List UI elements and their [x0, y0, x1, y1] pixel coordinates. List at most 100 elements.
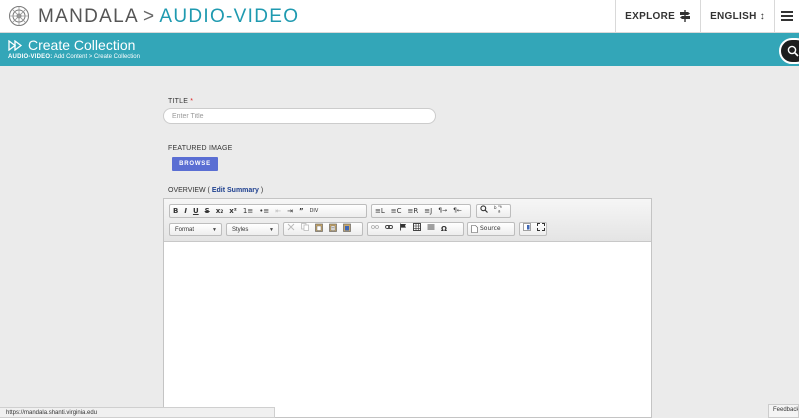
editor-content-area[interactable] [164, 242, 651, 417]
required-marker: * [190, 98, 194, 105]
fast-forward-icon [8, 39, 23, 51]
magnifier-icon [480, 205, 488, 213]
special-character-button[interactable]: Ω [438, 223, 450, 235]
editor-toolbar: B I U S x₂ x² 1≡ •≡ ⇤ ⇥ ” DIV ≡L ≡C ≡R ≡… [164, 199, 651, 242]
signpost-icon [680, 10, 691, 22]
source-button[interactable]: Source [468, 223, 504, 235]
page-title-row: Create Collection [8, 37, 135, 53]
paste-from-word-button[interactable] [340, 223, 354, 236]
browser-status-bar: https://mandala.shanti.virginia.edu [0, 407, 275, 418]
cut-button[interactable] [284, 223, 298, 235]
chevron-down-icon: ▼ [269, 226, 274, 233]
scissors-icon [287, 223, 295, 231]
copy-button[interactable] [298, 223, 312, 235]
table-button[interactable] [410, 223, 424, 235]
source-icon [471, 225, 478, 233]
find-button[interactable] [477, 205, 491, 217]
page-banner: Create Collection AUDIO-VIDEO: Add Conte… [0, 33, 799, 66]
breadcrumb-root[interactable]: AUDIO-VIDEO: [8, 54, 52, 60]
underline-button[interactable]: U [190, 205, 202, 217]
italic-button[interactable]: I [181, 205, 190, 217]
div-container-button[interactable]: DIV [307, 205, 322, 217]
unlink-icon [371, 225, 379, 229]
horizontal-rule-icon [427, 224, 435, 230]
bulleted-list-button[interactable]: •≡ [256, 205, 272, 217]
outdent-button[interactable]: ⇤ [272, 205, 284, 217]
title-separator: > [142, 6, 156, 27]
section-name: AUDIO-VIDEO [159, 6, 300, 27]
search-icon [787, 45, 799, 57]
chevron-down-icon: ▼ [212, 226, 217, 233]
language-label: ENGLISH ↕ [710, 10, 765, 22]
brand-name: MANDALA [38, 6, 139, 27]
styles-dropdown-label: Styles [232, 226, 249, 233]
align-left-button[interactable]: ≡L [372, 205, 388, 217]
top-bar: MANDALA > AUDIO-VIDEO EXPLORE ENGLISH ↕ [0, 0, 799, 33]
source-group: Source [467, 222, 515, 236]
basic-styles-group: B I U S x₂ x² 1≡ •≡ ⇤ ⇥ ” DIV [169, 204, 367, 218]
view-group [519, 222, 547, 236]
format-dropdown-label: Format [175, 226, 195, 233]
explore-label: EXPLORE [625, 10, 676, 22]
language-selector[interactable]: ENGLISH ↕ [700, 0, 774, 32]
anchor-button[interactable] [396, 223, 410, 235]
overview-label: OVERVIEW ( Edit Summary ) [168, 187, 263, 194]
replace-button[interactable]: ba [491, 205, 506, 217]
explore-button[interactable]: EXPLORE [615, 0, 700, 32]
justify-button[interactable]: ≡J [421, 205, 435, 217]
top-navigation: EXPLORE ENGLISH ↕ [615, 0, 799, 32]
subscript-button[interactable]: x₂ [213, 205, 227, 217]
clipboard-group [283, 222, 363, 236]
svg-text:a: a [498, 209, 501, 214]
rtl-button[interactable]: ¶← [450, 205, 465, 217]
replace-icon: ba [494, 205, 502, 214]
blockquote-button[interactable]: ” [296, 205, 307, 217]
maximize-icon [537, 223, 545, 231]
browse-button[interactable]: BROWSE [172, 157, 218, 171]
title-input[interactable] [163, 108, 436, 124]
paste-button[interactable] [312, 223, 326, 236]
bold-button[interactable]: B [170, 205, 181, 217]
source-label: Source [480, 225, 501, 232]
align-center-button[interactable]: ≡C [388, 205, 405, 217]
paste-text-icon [329, 223, 337, 232]
horizontal-rule-button[interactable] [424, 223, 438, 235]
overview-label-close: ) [260, 187, 264, 194]
hamburger-icon [781, 11, 793, 21]
format-dropdown[interactable]: Format ▼ [169, 223, 222, 236]
flag-icon [400, 223, 406, 231]
svg-text:b: b [494, 205, 497, 210]
featured-image-label: FEATURED IMAGE [168, 145, 233, 152]
templates-button[interactable] [520, 223, 534, 235]
styles-dropdown[interactable]: Styles ▼ [226, 223, 279, 236]
title-label-text: TITLE [168, 98, 189, 105]
site-title[interactable]: MANDALA > AUDIO-VIDEO [38, 4, 299, 30]
align-right-button[interactable]: ≡R [405, 205, 422, 217]
rich-text-editor: B I U S x₂ x² 1≡ •≡ ⇤ ⇥ ” DIV ≡L ≡C ≡R ≡… [163, 198, 652, 418]
superscript-button[interactable]: x² [226, 205, 240, 217]
feedback-tab[interactable]: Feedback [768, 404, 799, 418]
alignment-group: ≡L ≡C ≡R ≡J ¶→ ¶← [371, 204, 471, 218]
indent-button[interactable]: ⇥ [284, 205, 296, 217]
overview-label-text: OVERVIEW ( [168, 187, 210, 194]
find-group: ba [476, 204, 511, 218]
page-title: Create Collection [28, 37, 136, 53]
maximize-button[interactable] [534, 223, 548, 235]
strikethrough-button[interactable]: S [202, 205, 213, 217]
link-icon [385, 225, 393, 229]
ltr-button[interactable]: ¶→ [435, 205, 450, 217]
paste-text-button[interactable] [326, 223, 340, 236]
breadcrumb-path[interactable]: Add Content > Create Collection [54, 54, 140, 60]
table-icon [413, 223, 421, 231]
insert-group: Ω [367, 222, 464, 236]
search-toggle-button[interactable] [779, 38, 799, 64]
breadcrumb: AUDIO-VIDEO: Add Content > Create Collec… [8, 54, 140, 60]
edit-summary-link[interactable]: Edit Summary [212, 187, 259, 194]
unlink-button[interactable] [368, 223, 382, 235]
clipboard-icon [315, 223, 323, 232]
numbered-list-button[interactable]: 1≡ [240, 205, 256, 217]
mandala-logo-icon[interactable] [8, 5, 30, 27]
menu-button[interactable] [774, 0, 799, 32]
link-button[interactable] [382, 223, 396, 235]
templates-icon [523, 223, 531, 231]
